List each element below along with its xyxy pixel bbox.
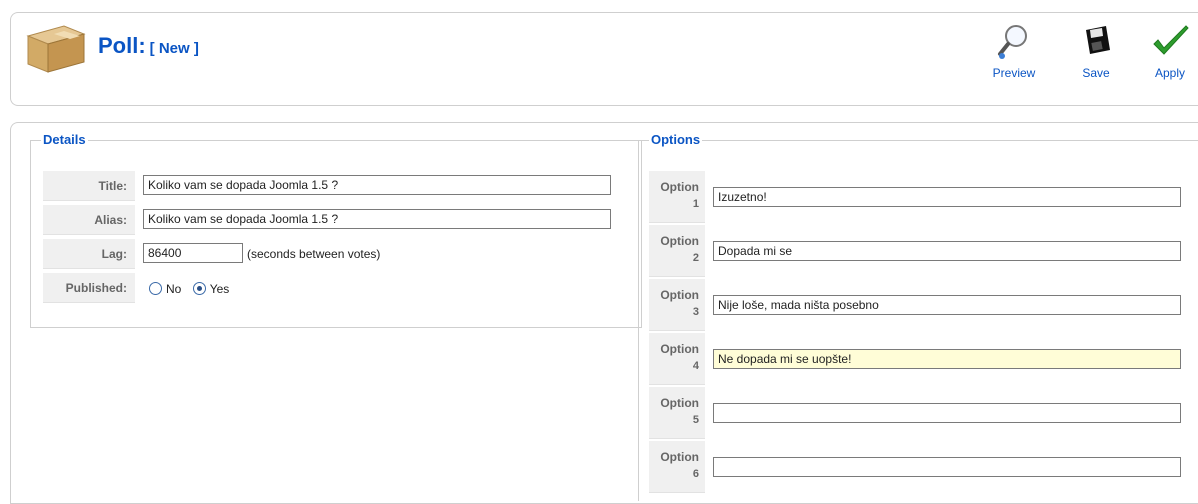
option-input[interactable] xyxy=(713,457,1181,477)
preview-label: Preview xyxy=(992,66,1036,80)
published-no-label: No xyxy=(166,281,182,296)
page-subtitle: [ New ] xyxy=(149,40,199,57)
magnifier-icon xyxy=(998,25,1027,59)
details-legend: Details xyxy=(41,132,88,148)
option-number: 6 xyxy=(692,468,699,480)
save-label: Save xyxy=(1082,66,1110,80)
options-fieldset: Options Option 1 Izuzetno! Option 2 Dopada… xyxy=(638,132,1198,501)
page-title-text: Poll: xyxy=(98,33,146,58)
option-input-focused[interactable]: Ne dopada mi se uopšte! xyxy=(713,349,1181,369)
preview-button[interactable]: Preview xyxy=(988,22,1040,86)
option-input[interactable]: Dopada mi se xyxy=(713,241,1181,261)
alias-label: Alias: xyxy=(43,205,135,235)
option-label: Option 1 xyxy=(649,171,705,223)
option-input[interactable]: Izuzetno! xyxy=(713,187,1181,207)
option-number: 2 xyxy=(692,252,699,264)
option-input[interactable] xyxy=(713,403,1181,423)
apply-button[interactable]: Apply xyxy=(1148,22,1192,86)
save-button[interactable]: Save xyxy=(1074,22,1118,86)
package-box-icon xyxy=(26,25,86,73)
option-label: Option 2 xyxy=(649,225,705,277)
option-label: Option 6 xyxy=(649,441,705,493)
lag-label: Lag: xyxy=(43,239,135,269)
option-number: 1 xyxy=(692,198,699,210)
option-label-text: Option xyxy=(660,234,699,248)
option-label: Option 3 xyxy=(649,279,705,331)
option-number: 3 xyxy=(692,306,699,318)
lag-input[interactable]: 86400 xyxy=(143,243,243,263)
alias-input[interactable]: Koliko vam se dopada Joomla 1.5 ? xyxy=(143,209,611,229)
title-input[interactable]: Koliko vam se dopada Joomla 1.5 ? xyxy=(143,175,611,195)
page-title: Poll:[ New ] xyxy=(98,33,199,59)
option-input[interactable]: Nije loše, mada ništa posebno xyxy=(713,295,1181,315)
option-label-text: Option xyxy=(660,342,699,356)
option-label: Option 4 xyxy=(649,333,705,385)
published-yes-radio[interactable] xyxy=(192,282,206,296)
option-label: Option 5 xyxy=(649,387,705,439)
published-label: Published: xyxy=(43,273,135,303)
details-fieldset: Details Title: Koliko vam se dopada Joom… xyxy=(30,132,642,328)
option-label-text: Option xyxy=(660,450,699,464)
published-no-radio[interactable] xyxy=(149,282,162,296)
checkmark-icon xyxy=(1153,25,1189,55)
options-legend: Options xyxy=(649,132,703,148)
published-yes-label: Yes xyxy=(209,281,230,296)
option-label-text: Option xyxy=(660,180,699,194)
option-label-text: Option xyxy=(660,396,699,410)
option-label-text: Option xyxy=(660,288,699,302)
option-number: 4 xyxy=(692,360,699,372)
floppy-disk-icon xyxy=(1086,26,1110,54)
option-number: 5 xyxy=(692,414,699,426)
apply-label: Apply xyxy=(1154,66,1186,80)
lag-hint: (seconds between votes) xyxy=(247,247,381,261)
title-label: Title: xyxy=(43,171,135,201)
